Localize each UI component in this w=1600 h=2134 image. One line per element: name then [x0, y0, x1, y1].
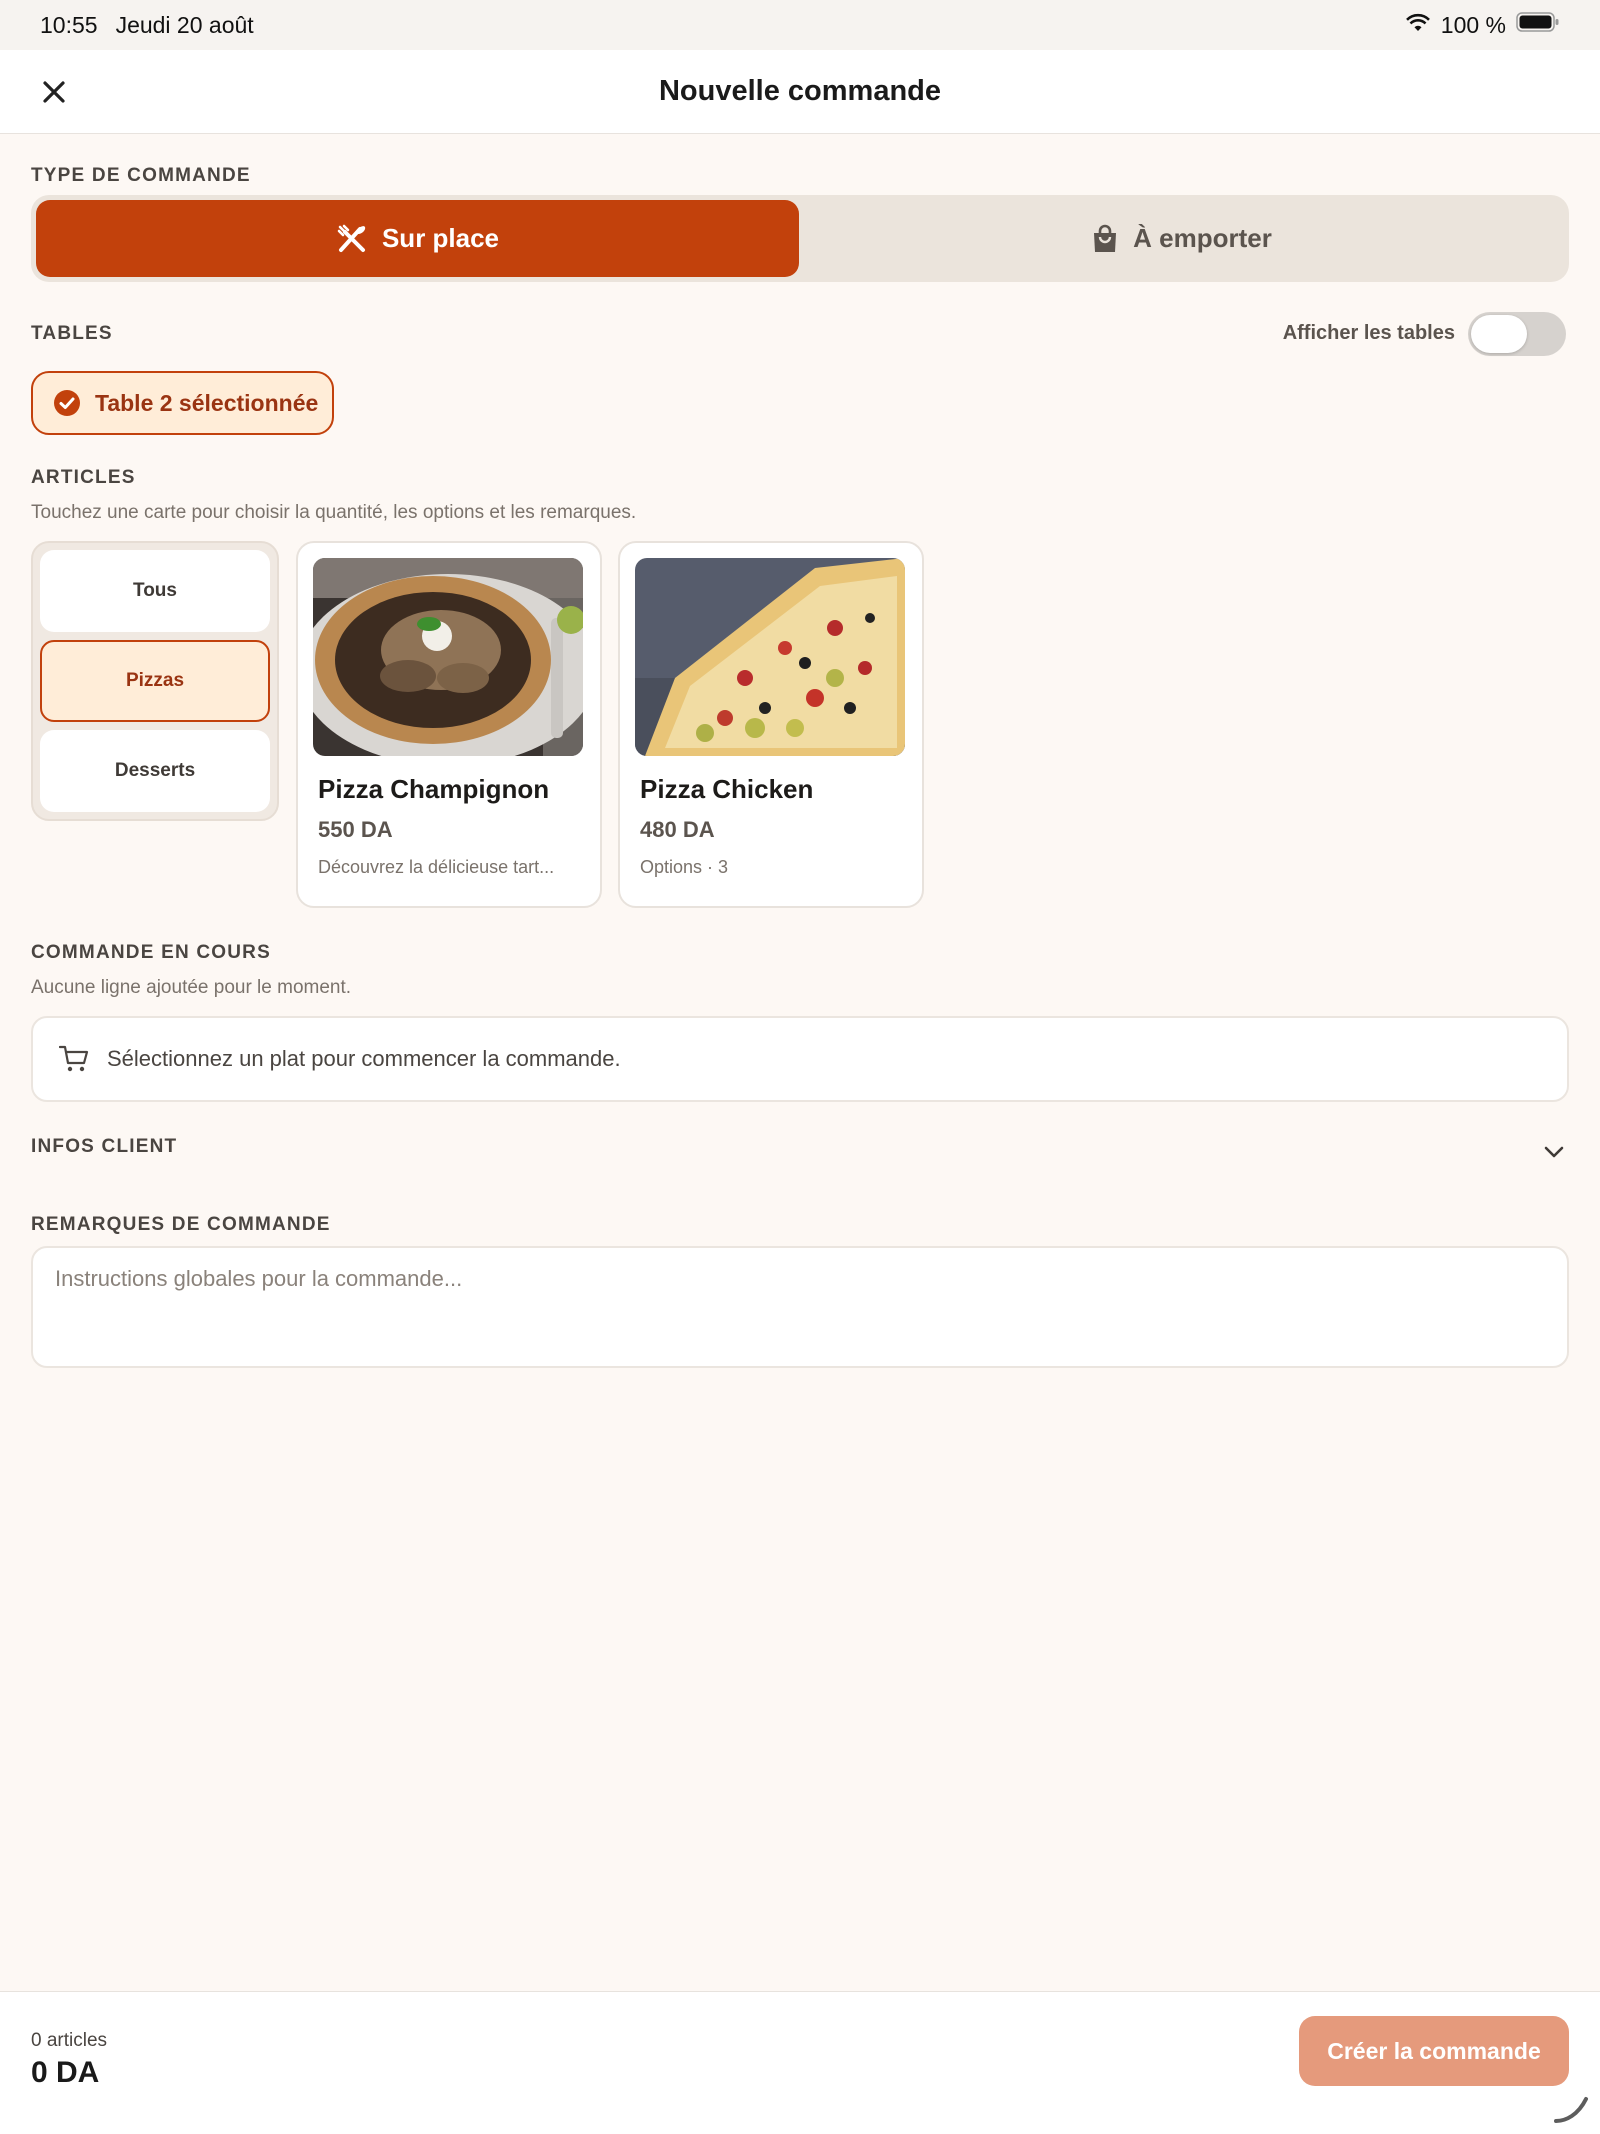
client-info-label: INFOS CLIENT	[31, 1136, 178, 1157]
category-label: Pizzas	[125, 670, 185, 691]
product-price: 480 DA	[640, 817, 715, 842]
tables-label: TABLES	[31, 323, 113, 344]
product-options-count: Options · 3	[640, 857, 729, 877]
items-count: 0 articles	[31, 2030, 108, 2051]
status-time: 10:55	[40, 11, 98, 38]
new-order-screen: 10:55 Jeudi 20 août 100 % Nouvelle comma…	[0, 0, 1600, 2134]
cart-icon	[59, 1045, 89, 1072]
dine-in-label: Sur place	[381, 223, 500, 253]
toggle-knob	[1471, 315, 1527, 353]
current-order-hint: Aucune ligne ajoutée pour le moment.	[31, 977, 352, 998]
order-type-segmented-control: Sur place À emporter	[31, 195, 1569, 282]
takeaway-label: À emporter	[1133, 223, 1272, 253]
status-date: Jeudi 20 août	[115, 11, 254, 38]
wifi-icon	[1405, 12, 1431, 39]
category-pizzas[interactable]: Pizzas	[40, 640, 270, 722]
dine-in-option[interactable]: Sur place	[36, 200, 799, 277]
empty-order-message: Sélectionnez un plat pour commencer la c…	[31, 1016, 1569, 1102]
product-image	[635, 558, 905, 756]
selected-table-label: Table 2 sélectionnée	[95, 389, 319, 416]
current-order-label: COMMANDE EN COURS	[31, 942, 271, 963]
product-price: 550 DA	[318, 817, 393, 842]
product-name: Pizza Chicken	[640, 774, 814, 804]
category-all[interactable]: Tous	[40, 550, 270, 632]
close-icon	[43, 81, 65, 103]
order-type-label: TYPE DE COMMANDE	[31, 165, 251, 186]
product-card-pizza-champignon[interactable]: Pizza Champignon 550 DA Découvrez la dél…	[296, 541, 602, 908]
product-image	[313, 558, 583, 756]
utensils-icon	[337, 224, 366, 252]
selected-table-chip[interactable]: Table 2 sélectionnée	[31, 371, 334, 435]
order-notes-label: REMARQUES DE COMMANDE	[31, 1214, 331, 1235]
show-tables-toggle[interactable]	[1468, 312, 1566, 356]
battery-icon	[1516, 11, 1560, 39]
articles-hint: Touchez une carte pour choisir la quanti…	[31, 502, 637, 523]
footer-bar: 0 articles 0 DA Créer la commande	[0, 1991, 1600, 2134]
create-order-button[interactable]: Créer la commande	[1299, 2016, 1569, 2086]
category-label: Desserts	[114, 760, 196, 781]
check-circle-icon	[54, 390, 80, 416]
articles-label: ARTICLES	[31, 467, 136, 488]
product-name: Pizza Champignon	[318, 774, 550, 804]
header: Nouvelle commande	[0, 50, 1600, 134]
takeaway-option[interactable]: À emporter	[799, 200, 1564, 277]
show-tables-label: Afficher les tables	[1282, 322, 1455, 344]
page-title: Nouvelle commande	[658, 75, 942, 107]
status-bar: 10:55 Jeudi 20 août 100 %	[0, 0, 1600, 50]
category-label: Tous	[133, 580, 177, 601]
product-description: Découvrez la délicieuse tart...	[318, 857, 555, 877]
close-button[interactable]	[32, 70, 76, 114]
category-list: Tous Pizzas Desserts	[31, 541, 279, 821]
client-info-expand[interactable]	[1540, 1138, 1568, 1166]
order-notes-input[interactable]	[31, 1246, 1569, 1368]
battery-percent: 100 %	[1440, 11, 1506, 38]
product-card-pizza-chicken[interactable]: Pizza Chicken 480 DA Options · 3	[618, 541, 924, 908]
resize-handle-icon	[1552, 2085, 1592, 2130]
order-total: 0 DA	[31, 2056, 100, 2089]
chevron-down-icon	[1544, 1146, 1564, 1158]
empty-order-text: Sélectionnez un plat pour commencer la c…	[107, 1046, 621, 1071]
category-desserts[interactable]: Desserts	[40, 730, 270, 812]
bag-icon	[1094, 224, 1117, 252]
